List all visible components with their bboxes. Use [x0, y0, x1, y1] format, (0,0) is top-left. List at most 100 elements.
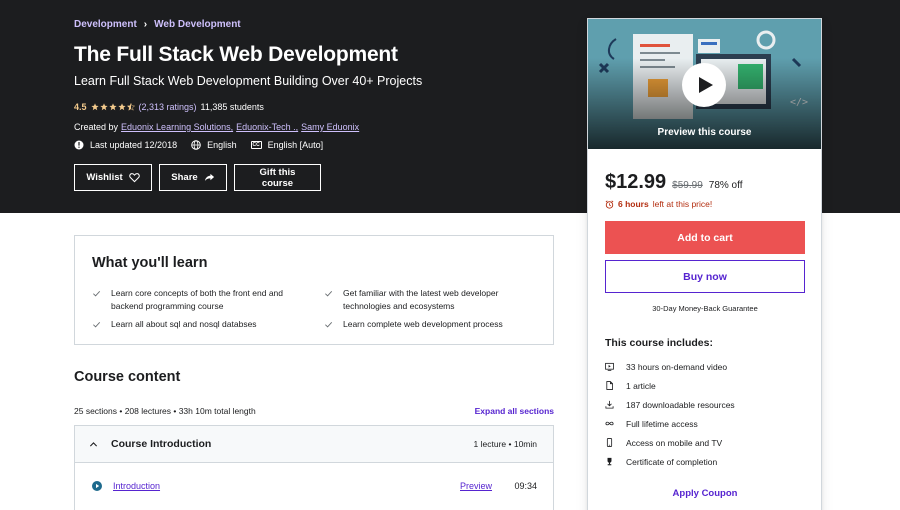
lecture-row: Introduction Preview 09:34	[74, 462, 554, 510]
star-icon	[90, 103, 99, 111]
course-content-title: Course content	[74, 369, 181, 385]
video-icon	[605, 362, 614, 371]
course-title: The Full Stack Web Development	[74, 43, 398, 66]
rating-score: 4.5	[74, 102, 87, 112]
includes-list: 33 hours on-demand video 1 article 187 d…	[605, 357, 735, 471]
lecture-duration: 09:34	[514, 481, 537, 491]
purchase-sidebar: </> Preview this course $12.99 $59.99 78…	[587, 18, 822, 510]
includes-item: 187 downloadable resources	[605, 395, 735, 414]
original-price: $59.99	[672, 180, 703, 191]
course-content-stats: 25 sections • 208 lectures • 33h 10m tot…	[74, 406, 256, 416]
file-icon	[606, 381, 613, 390]
breadcrumb-development[interactable]: Development	[74, 19, 137, 30]
last-updated: Last updated 12/2018	[74, 140, 177, 150]
course-preview-video[interactable]: </> Preview this course	[588, 19, 821, 149]
play-button[interactable]	[682, 63, 726, 107]
learn-item-text: Get familiar with the latest web develop…	[343, 288, 499, 311]
wishlist-button[interactable]: Wishlist	[74, 164, 152, 191]
half-star-icon	[126, 103, 135, 111]
learn-item: Learn complete web development process	[324, 318, 539, 331]
instructor-link[interactable]: Eduonix-Tech .,	[236, 122, 298, 132]
share-button[interactable]: Share	[159, 164, 227, 191]
includes-text: Access on mobile and TV	[626, 437, 723, 448]
preview-label: Preview this course	[657, 127, 752, 138]
students-count: 11,385 students	[200, 102, 264, 112]
includes-item: Access on mobile and TV	[605, 433, 735, 452]
learn-item-text: Learn all about sql and nosql databses	[111, 319, 257, 329]
includes-text: 187 downloadable resources	[626, 399, 735, 410]
language-text: English	[207, 140, 237, 150]
includes-text: Certificate of completion	[626, 456, 718, 467]
buy-now-button[interactable]: Buy now	[605, 260, 805, 293]
current-price: $12.99	[605, 171, 667, 193]
breadcrumb: Development › Web Development	[74, 19, 241, 30]
share-label: Share	[171, 172, 198, 183]
what-youll-learn: What you'll learn Learn core concepts of…	[74, 235, 554, 345]
breadcrumb-web-development[interactable]: Web Development	[154, 19, 241, 30]
download-icon	[605, 400, 614, 409]
infinity-icon	[605, 421, 614, 426]
learn-item: Learn all about sql and nosql databses	[92, 318, 307, 331]
section-meta: 1 lecture • 10min	[473, 439, 537, 449]
includes-item: 33 hours on-demand video	[605, 357, 735, 376]
closed-captions-icon: CC	[250, 141, 262, 149]
includes-item: Certificate of completion	[605, 452, 735, 471]
section-header-course-introduction[interactable]: Course Introduction 1 lecture • 10min	[74, 425, 554, 463]
check-icon	[93, 291, 101, 297]
timer-hours: 6 hours	[618, 199, 649, 209]
mobile-icon	[606, 438, 613, 447]
expand-all-sections-button[interactable]: Expand all sections	[450, 406, 554, 416]
star-icon	[117, 103, 126, 111]
includes-text: Full lifetime access	[626, 418, 698, 429]
hero-actions: Wishlist Share Gift this course	[74, 164, 321, 191]
timer-text: left at this price!	[652, 199, 713, 209]
play-circle-icon	[92, 481, 102, 491]
money-back-guarantee: 30-Day Money-Back Guarantee	[652, 304, 758, 313]
heart-icon	[128, 173, 140, 183]
star-icon	[108, 103, 117, 111]
price-row: $12.99 $59.99 78% off	[605, 171, 743, 194]
ratings-count-link[interactable]: (2,313 ratings)	[139, 102, 197, 112]
learn-item: Get familiar with the latest web develop…	[324, 287, 539, 313]
learn-title: What you'll learn	[92, 255, 208, 271]
trophy-icon	[607, 457, 612, 466]
rating-row: 4.5 (2,313 ratings) 11,385 students	[74, 102, 264, 112]
created-by: Created by Eduonix Learning Solutions, E…	[74, 122, 359, 132]
chevron-up-icon	[89, 442, 98, 447]
price-timer: 6 hours left at this price!	[605, 199, 712, 209]
star-rating	[90, 103, 135, 111]
section-title: Course Introduction	[111, 438, 212, 450]
includes-item: 1 article	[605, 376, 735, 395]
learn-item-text: Learn complete web development process	[343, 319, 503, 329]
gift-course-button[interactable]: Gift this course	[234, 164, 321, 191]
learn-item: Learn core concepts of both the front en…	[92, 287, 307, 313]
lecture-preview-link[interactable]: Preview	[460, 481, 492, 491]
star-icon	[99, 103, 108, 111]
course-meta: Last updated 12/2018 English CC English …	[74, 140, 323, 150]
add-to-cart-button[interactable]: Add to cart	[605, 221, 805, 254]
includes-text: 1 article	[626, 380, 656, 391]
learn-item-text: Learn core concepts of both the front en…	[111, 288, 284, 311]
course-subtitle: Learn Full Stack Web Development Buildin…	[74, 74, 423, 88]
captions-text: English [Auto]	[267, 140, 324, 150]
instructor-link[interactable]: Samy Eduonix	[301, 122, 359, 132]
play-icon	[698, 77, 713, 93]
breadcrumb-separator: ›	[143, 19, 148, 30]
wishlist-label: Wishlist	[86, 172, 123, 183]
instructor-link[interactable]: Eduonix Learning Solutions,	[121, 122, 233, 132]
check-icon	[325, 322, 333, 328]
last-updated-text: Last updated 12/2018	[90, 140, 178, 150]
check-icon	[325, 291, 333, 297]
course-captions: CC English [Auto]	[250, 140, 324, 150]
globe-icon	[191, 140, 201, 150]
lecture-title-link[interactable]: Introduction	[113, 481, 160, 491]
includes-title: This course includes:	[605, 337, 713, 349]
includes-text: 33 hours on-demand video	[626, 361, 728, 372]
share-arrow-icon	[204, 173, 214, 182]
discount-percent: 78% off	[708, 180, 743, 191]
check-icon	[93, 322, 101, 328]
apply-coupon-button[interactable]: Apply Coupon	[605, 488, 805, 499]
course-language: English	[191, 140, 237, 150]
alert-badge-icon	[74, 140, 84, 150]
includes-item: Full lifetime access	[605, 414, 735, 433]
